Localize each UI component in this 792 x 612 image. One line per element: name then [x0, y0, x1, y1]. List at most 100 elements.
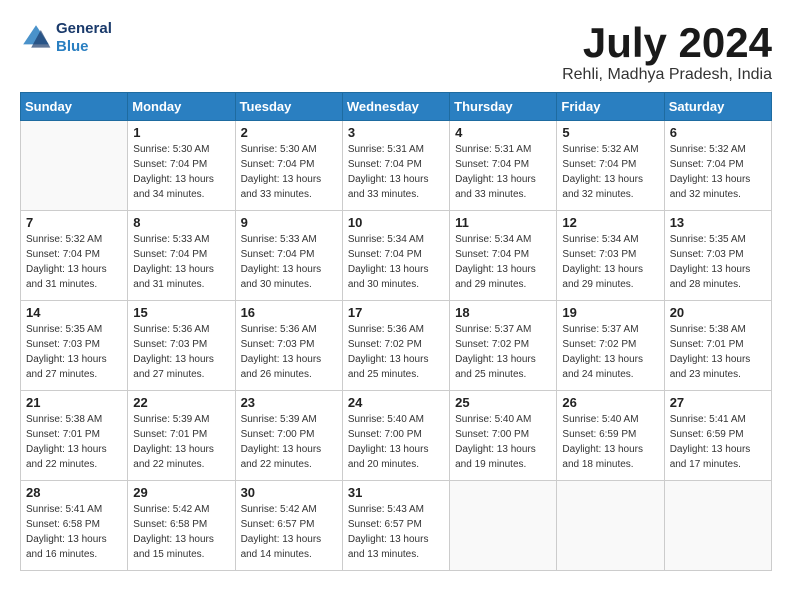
calendar-cell: 9 Sunrise: 5:33 AMSunset: 7:04 PMDaylight… [235, 211, 342, 301]
day-info: Sunrise: 5:43 AMSunset: 6:57 PMDaylight:… [348, 502, 444, 562]
day-number: 1 [133, 125, 229, 140]
day-number: 28 [26, 485, 122, 500]
calendar-cell: 10 Sunrise: 5:34 AMSunset: 7:04 PMDayligh… [342, 211, 449, 301]
calendar-cell: 11 Sunrise: 5:34 AMSunset: 7:04 PMDayligh… [450, 211, 557, 301]
day-number: 11 [455, 215, 551, 230]
day-info: Sunrise: 5:41 AMSunset: 6:58 PMDaylight:… [26, 502, 122, 562]
weekday-header: Wednesday [342, 93, 449, 121]
logo-icon [20, 22, 52, 54]
day-info: Sunrise: 5:34 AMSunset: 7:04 PMDaylight:… [348, 232, 444, 292]
day-number: 5 [562, 125, 658, 140]
location: Rehli, Madhya Pradesh, India [562, 66, 772, 84]
day-info: Sunrise: 5:32 AMSunset: 7:04 PMDaylight:… [562, 142, 658, 202]
calendar-cell: 3Sunrise: 5:31 AMSunset: 7:04 PMDaylight… [342, 121, 449, 211]
calendar-week-row: 28 Sunrise: 5:41 AMSunset: 6:58 PMDayligh… [21, 481, 772, 571]
weekday-header: Friday [557, 93, 664, 121]
day-info: Sunrise: 5:30 AMSunset: 7:04 PMDaylight:… [241, 142, 337, 202]
day-info: Sunrise: 5:33 AMSunset: 7:04 PMDaylight:… [133, 232, 229, 292]
day-info: Sunrise: 5:31 AMSunset: 7:04 PMDaylight:… [455, 142, 551, 202]
day-info: Sunrise: 5:40 AMSunset: 6:59 PMDaylight:… [562, 412, 658, 472]
day-number: 16 [241, 305, 337, 320]
calendar-cell: 16 Sunrise: 5:36 AMSunset: 7:03 PMDayligh… [235, 301, 342, 391]
day-info: Sunrise: 5:31 AMSunset: 7:04 PMDaylight:… [348, 142, 444, 202]
day-number: 7 [26, 215, 122, 230]
day-info: Sunrise: 5:32 AMSunset: 7:04 PMDaylight:… [670, 142, 766, 202]
day-info: Sunrise: 5:35 AMSunset: 7:03 PMDaylight:… [26, 322, 122, 382]
calendar-cell: 15Sunrise: 5:36 AMSunset: 7:03 PMDayligh… [128, 301, 235, 391]
day-number: 26 [562, 395, 658, 410]
day-info: Sunrise: 5:30 AMSunset: 7:04 PMDaylight:… [133, 142, 229, 202]
day-info: Sunrise: 5:38 AMSunset: 7:01 PMDaylight:… [26, 412, 122, 472]
day-info: Sunrise: 5:33 AMSunset: 7:04 PMDaylight:… [241, 232, 337, 292]
title-block: July 2024 Rehli, Madhya Pradesh, India [562, 20, 772, 84]
day-number: 27 [670, 395, 766, 410]
day-number: 20 [670, 305, 766, 320]
day-info: Sunrise: 5:42 AMSunset: 6:57 PMDaylight:… [241, 502, 337, 562]
calendar-cell [664, 481, 771, 571]
calendar-cell: 17 Sunrise: 5:36 AMSunset: 7:02 PMDayligh… [342, 301, 449, 391]
day-number: 17 [348, 305, 444, 320]
day-number: 2 [241, 125, 337, 140]
day-info: Sunrise: 5:39 AMSunset: 7:00 PMDaylight:… [241, 412, 337, 472]
day-number: 30 [241, 485, 337, 500]
day-info: Sunrise: 5:36 AMSunset: 7:03 PMDaylight:… [241, 322, 337, 382]
calendar-cell [557, 481, 664, 571]
day-number: 4 [455, 125, 551, 140]
calendar-cell: 27 Sunrise: 5:41 AMSunset: 6:59 PMDayligh… [664, 391, 771, 481]
day-number: 31 [348, 485, 444, 500]
day-info: Sunrise: 5:35 AMSunset: 7:03 PMDaylight:… [670, 232, 766, 292]
calendar-cell: 19Sunrise: 5:37 AMSunset: 7:02 PMDayligh… [557, 301, 664, 391]
calendar-cell: 25 Sunrise: 5:40 AMSunset: 7:00 PMDayligh… [450, 391, 557, 481]
day-number: 9 [241, 215, 337, 230]
day-number: 23 [241, 395, 337, 410]
logo-text: General Blue [56, 20, 112, 56]
calendar-cell: 21 Sunrise: 5:38 AMSunset: 7:01 PMDayligh… [21, 391, 128, 481]
calendar-cell: 26 Sunrise: 5:40 AMSunset: 6:59 PMDayligh… [557, 391, 664, 481]
day-info: Sunrise: 5:34 AMSunset: 7:04 PMDaylight:… [455, 232, 551, 292]
day-number: 21 [26, 395, 122, 410]
day-info: Sunrise: 5:42 AMSunset: 6:58 PMDaylight:… [133, 502, 229, 562]
calendar-cell: 20Sunrise: 5:38 AMSunset: 7:01 PMDayligh… [664, 301, 771, 391]
day-info: Sunrise: 5:36 AMSunset: 7:03 PMDaylight:… [133, 322, 229, 382]
day-info: Sunrise: 5:36 AMSunset: 7:02 PMDaylight:… [348, 322, 444, 382]
day-number: 14 [26, 305, 122, 320]
day-number: 6 [670, 125, 766, 140]
day-number: 24 [348, 395, 444, 410]
calendar-week-row: 1 Sunrise: 5:30 AMSunset: 7:04 PMDaylight… [21, 121, 772, 211]
calendar-cell: 24Sunrise: 5:40 AMSunset: 7:00 PMDayligh… [342, 391, 449, 481]
calendar-cell [450, 481, 557, 571]
day-info: Sunrise: 5:39 AMSunset: 7:01 PMDaylight:… [133, 412, 229, 472]
calendar-cell: 30 Sunrise: 5:42 AMSunset: 6:57 PMDayligh… [235, 481, 342, 571]
day-number: 25 [455, 395, 551, 410]
calendar-cell: 28 Sunrise: 5:41 AMSunset: 6:58 PMDayligh… [21, 481, 128, 571]
day-number: 13 [670, 215, 766, 230]
day-number: 18 [455, 305, 551, 320]
calendar-cell: 14 Sunrise: 5:35 AMSunset: 7:03 PMDayligh… [21, 301, 128, 391]
day-info: Sunrise: 5:32 AMSunset: 7:04 PMDaylight:… [26, 232, 122, 292]
calendar-cell: 6 Sunrise: 5:32 AMSunset: 7:04 PMDaylight… [664, 121, 771, 211]
calendar-week-row: 21 Sunrise: 5:38 AMSunset: 7:01 PMDayligh… [21, 391, 772, 481]
day-info: Sunrise: 5:37 AMSunset: 7:02 PMDaylight:… [562, 322, 658, 382]
calendar-week-row: 7 Sunrise: 5:32 AMSunset: 7:04 PMDaylight… [21, 211, 772, 301]
calendar-table: SundayMondayTuesdayWednesdayThursdayFrid… [20, 92, 772, 571]
day-info: Sunrise: 5:40 AMSunset: 7:00 PMDaylight:… [455, 412, 551, 472]
weekday-header: Sunday [21, 93, 128, 121]
day-info: Sunrise: 5:41 AMSunset: 6:59 PMDaylight:… [670, 412, 766, 472]
day-info: Sunrise: 5:34 AMSunset: 7:03 PMDaylight:… [562, 232, 658, 292]
calendar-cell: 8 Sunrise: 5:33 AMSunset: 7:04 PMDaylight… [128, 211, 235, 301]
calendar-cell: 31 Sunrise: 5:43 AMSunset: 6:57 PMDayligh… [342, 481, 449, 571]
calendar-cell: 12 Sunrise: 5:34 AMSunset: 7:03 PMDayligh… [557, 211, 664, 301]
day-number: 22 [133, 395, 229, 410]
day-number: 8 [133, 215, 229, 230]
calendar-cell: 23 Sunrise: 5:39 AMSunset: 7:00 PMDayligh… [235, 391, 342, 481]
calendar-cell: 13 Sunrise: 5:35 AMSunset: 7:03 PMDayligh… [664, 211, 771, 301]
calendar-cell: 18Sunrise: 5:37 AMSunset: 7:02 PMDayligh… [450, 301, 557, 391]
page-header: General Blue July 2024 Rehli, Madhya Pra… [20, 20, 772, 84]
day-number: 12 [562, 215, 658, 230]
weekday-header: Thursday [450, 93, 557, 121]
day-number: 10 [348, 215, 444, 230]
month-year: July 2024 [562, 20, 772, 66]
calendar-cell: 5 Sunrise: 5:32 AMSunset: 7:04 PMDaylight… [557, 121, 664, 211]
weekday-header: Monday [128, 93, 235, 121]
calendar-cell [21, 121, 128, 211]
